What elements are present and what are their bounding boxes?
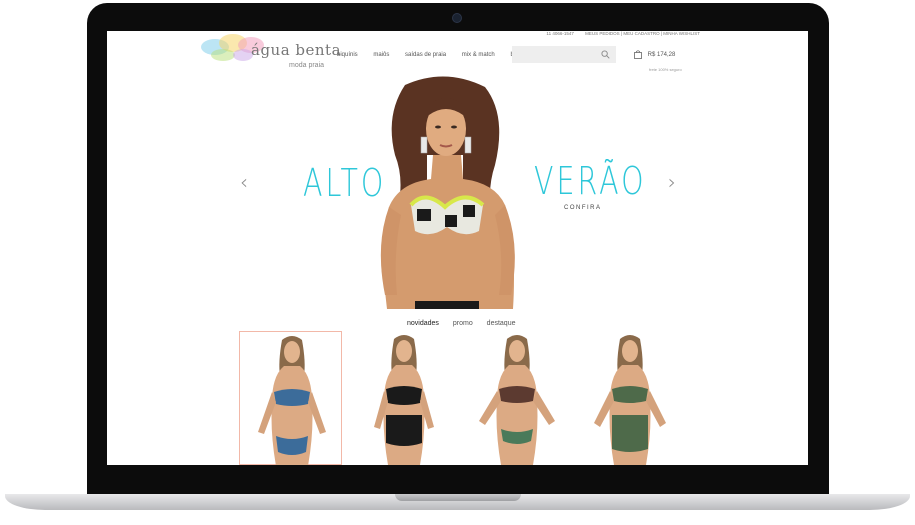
search-input[interactable] <box>512 46 616 63</box>
logo-subtitle: moda praia <box>289 62 325 69</box>
account-links[interactable]: MEUS PEDIDOS | MEU CADASTRO | MINHA WISH… <box>585 31 700 36</box>
tab-destaque[interactable]: destaque <box>487 320 516 327</box>
product-tabs: novidades promo destaque <box>407 320 527 327</box>
carousel-next-button[interactable]: › <box>668 170 676 194</box>
nav-item-mix-match[interactable]: mix & match <box>462 52 495 58</box>
cart-total: R$ 174,28 <box>647 52 676 59</box>
cart-button[interactable]: R$ 174,28 <box>634 50 675 59</box>
hero-banner[interactable]: ‹ › ALTO VERÃO CONFIRA <box>107 75 808 309</box>
product-card[interactable] <box>352 331 455 465</box>
hero-cta-link[interactable]: CONFIRA <box>564 205 602 211</box>
product-card[interactable] <box>465 331 568 465</box>
product-image <box>258 336 326 465</box>
webcam <box>452 13 462 23</box>
nav-item-saidas-de-praia[interactable]: saídas de praia <box>405 52 446 58</box>
browser-screen: 11 4066-1547 MEUS PEDIDOS | MEU CADASTRO… <box>107 31 808 465</box>
hero-headline-left: ALTO <box>303 161 387 205</box>
product-image <box>594 335 666 465</box>
logo-title[interactable]: água benta <box>251 41 341 59</box>
carousel-prev-button[interactable]: ‹ <box>240 170 248 194</box>
tab-novidades[interactable]: novidades <box>407 320 439 327</box>
product-card[interactable] <box>578 331 681 465</box>
hero-headline-right: VERÃO <box>534 159 647 203</box>
nav-item-biquinis[interactable]: biquínis <box>337 52 358 58</box>
product-card[interactable] <box>239 331 342 465</box>
free-shipping-note: frete 100% seguro <box>649 67 682 72</box>
nav-item-maios[interactable]: maiôs <box>373 52 389 58</box>
top-bar: 11 4066-1547 MEUS PEDIDOS | MEU CADASTRO… <box>536 31 700 36</box>
phone-number: 11 4066-1547 <box>546 31 574 36</box>
search-icon[interactable] <box>601 50 610 59</box>
laptop-notch <box>395 494 521 501</box>
product-grid <box>239 331 679 465</box>
shopping-bag-icon <box>634 50 642 59</box>
tab-promo[interactable]: promo <box>453 320 473 327</box>
product-image <box>374 335 434 465</box>
product-image <box>479 335 555 465</box>
